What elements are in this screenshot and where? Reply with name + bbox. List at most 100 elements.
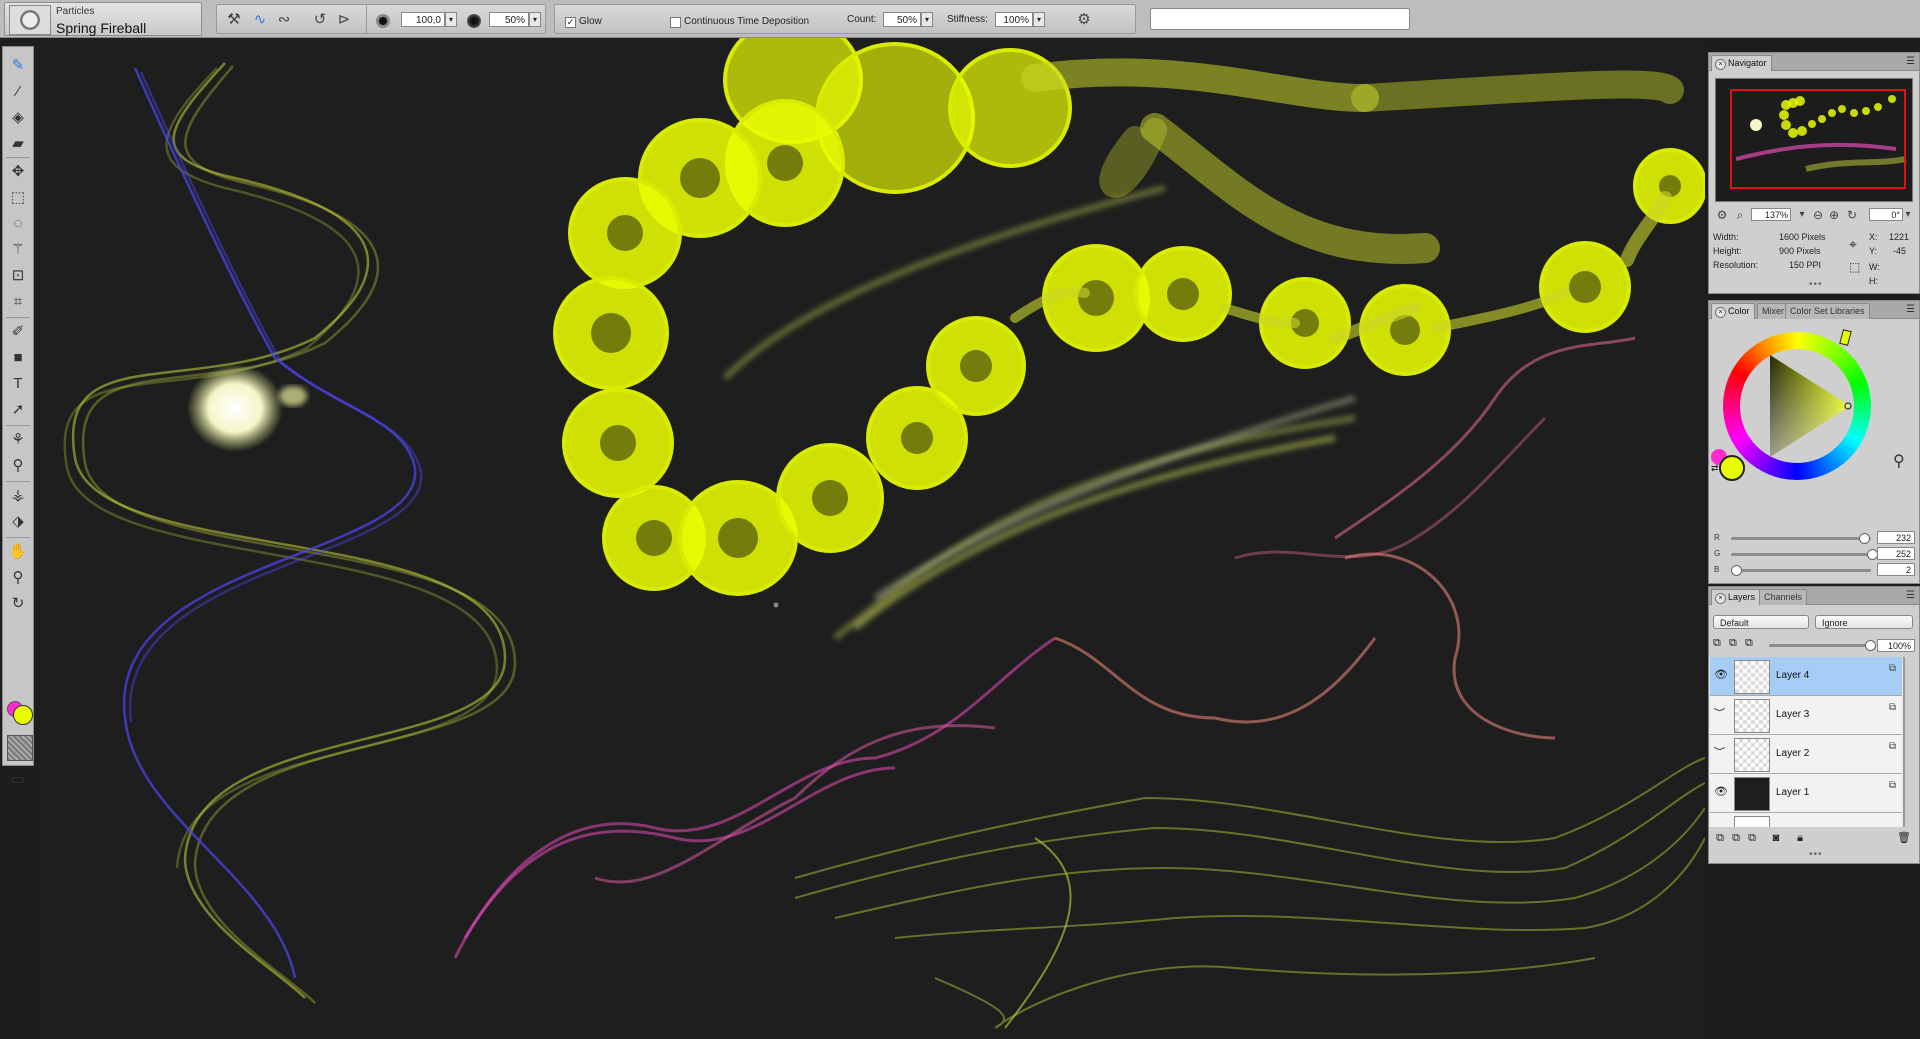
tab-channels[interactable]: Channels [1759, 589, 1808, 605]
layer-opacity-field[interactable]: 100% [1877, 639, 1915, 652]
burn-tool-icon[interactable]: ⬗ [7, 511, 29, 533]
pen-tool-icon[interactable]: ✐ [7, 321, 29, 343]
lasso-tool-icon[interactable]: ◌ [7, 213, 29, 235]
rubber-stamp-tool-icon[interactable]: ⚲ [7, 455, 29, 477]
lock-icon[interactable]: 🔒︎ [1793, 831, 1807, 845]
layer-row-2[interactable]: ︶ Layer 2 ⧉ [1710, 735, 1902, 774]
layer-opacity-knob[interactable] [1865, 640, 1876, 651]
drawing-canvas[interactable] [35, 38, 1705, 1039]
opacity-dropdown-arrow[interactable]: ▾ [529, 12, 541, 27]
continuous-time-deposition-checkbox[interactable] [670, 17, 681, 28]
layer-row-4[interactable]: 👁 Layer 4 ⧉ [1710, 657, 1902, 696]
duplicate-layer-icon[interactable]: ⧉ [1745, 831, 1759, 845]
brush-selector[interactable]: Particles Spring Fireball [4, 2, 202, 36]
stiffness-field[interactable]: 100% [995, 12, 1033, 27]
new-layer-icon[interactable]: ⧉ [1729, 831, 1743, 845]
panel-menu-icon[interactable]: ☰ [1906, 304, 1915, 315]
flow-map-icon[interactable]: ↺ [311, 11, 329, 29]
zoom-icon[interactable]: ⌕ [1731, 206, 1749, 224]
rotation-dropdown-arrow[interactable]: ▾ [1899, 206, 1917, 224]
zoom-in-icon[interactable]: ⊕ [1825, 206, 1843, 224]
freehand-stroke-icon[interactable]: ∿ [251, 11, 269, 29]
main-color-swatch[interactable] [1719, 455, 1745, 481]
rectangle-shape-tool-icon[interactable]: ■ [7, 347, 29, 369]
stiffness-dropdown-arrow[interactable]: ▾ [1033, 12, 1045, 27]
opacity-field[interactable]: 50% [489, 12, 529, 27]
navigator-view-frame[interactable] [1730, 89, 1906, 189]
trash-icon[interactable]: 🗑︎ [1897, 831, 1911, 845]
opacity-dial-icon[interactable] [467, 14, 481, 28]
navigator-preview[interactable] [1715, 78, 1913, 202]
blue-slider-knob[interactable] [1731, 565, 1742, 576]
blue-value-field[interactable]: 2 [1877, 563, 1915, 576]
straight-stroke-icon[interactable]: ∾ [275, 11, 293, 29]
swap-colors-icon[interactable]: ⇄ [1711, 463, 1719, 474]
layer-commands-icon[interactable]: ⧉ [1713, 831, 1727, 845]
count-field[interactable]: 50% [883, 12, 921, 27]
tab-color-set-libraries[interactable]: Color Set Libraries [1785, 303, 1870, 319]
layers-resize-grip[interactable]: ••• [1809, 849, 1823, 860]
eye-closed-icon[interactable]: ︶ [1714, 708, 1728, 720]
size-dropdown-arrow[interactable]: ▾ [445, 12, 457, 27]
transform-tool-icon[interactable]: ✥ [7, 161, 29, 183]
red-value-field[interactable]: 232 [1877, 531, 1915, 544]
tab-layers[interactable]: × Layers [1711, 589, 1761, 605]
paint-bucket-tool-icon[interactable]: ◈ [7, 107, 29, 129]
text-tool-icon[interactable]: T [7, 373, 29, 395]
reset-brush-icon[interactable]: ⚒ [225, 11, 243, 29]
shape-selection-tool-icon[interactable]: ➚ [7, 399, 29, 421]
magnifier-tool-icon[interactable]: ⚲ [7, 567, 29, 589]
layer-row-3[interactable]: ︶ Layer 3 ⧉ [1710, 696, 1902, 735]
panel-menu-icon[interactable]: ☰ [1906, 56, 1915, 67]
preserve-transparency-icon[interactable]: ⧉ [1713, 637, 1721, 650]
close-icon[interactable]: × [1715, 593, 1726, 604]
saturation-value-triangle[interactable] [1740, 349, 1854, 463]
rectangle-select-tool-icon[interactable]: ⬚ [7, 187, 29, 209]
green-value-field[interactable]: 252 [1877, 547, 1915, 560]
brush-tool-icon[interactable]: ✎ [7, 55, 29, 77]
tab-navigator[interactable]: × Navigator [1711, 55, 1772, 71]
main-color-swatch[interactable] [13, 705, 33, 725]
panel-menu-icon[interactable]: ☰ [1906, 590, 1915, 601]
rotate-page-tool-icon[interactable]: ↻ [7, 593, 29, 615]
brush-settings-icon[interactable]: ⚙ [1075, 11, 1093, 29]
composite-method-select[interactable]: Default [1713, 615, 1809, 629]
dodge-tool-icon[interactable]: ⚶ [7, 485, 29, 507]
brush-ghost-icon[interactable]: ⊳ [335, 11, 353, 29]
cloner-tool-icon[interactable]: ⚘ [7, 429, 29, 451]
layer-mask-icon[interactable]: ◙ [1769, 831, 1783, 845]
paper-selector[interactable] [7, 735, 33, 761]
layer-row-1[interactable]: 👁 Layer 1 ⧉ [1710, 774, 1902, 813]
eye-icon[interactable]: 👁 [1714, 786, 1728, 798]
screen-mode-icon[interactable]: ▭ [7, 769, 29, 791]
eye-icon[interactable]: 👁 [1714, 669, 1728, 681]
red-slider-knob[interactable] [1859, 533, 1870, 544]
layer-list-scrollbar[interactable] [1903, 657, 1905, 827]
layer-opacity-slider[interactable] [1769, 640, 1876, 651]
navigator-resize-grip[interactable]: ••• [1809, 279, 1823, 290]
hue-indicator[interactable] [1839, 329, 1852, 346]
canvas-row[interactable] [1710, 813, 1902, 827]
close-icon[interactable]: × [1715, 307, 1726, 318]
green-slider[interactable] [1731, 549, 1878, 560]
eraser-tool-icon[interactable]: ▰ [7, 133, 29, 155]
rotate-icon[interactable]: ↻ [1843, 206, 1861, 224]
navigator-settings-icon[interactable]: ⚙ [1713, 206, 1731, 224]
blue-slider[interactable] [1731, 565, 1871, 576]
clone-color-icon[interactable]: ⚲ [1893, 451, 1905, 471]
crop-tool-icon[interactable]: ⌗ [7, 291, 29, 313]
count-dropdown-arrow[interactable]: ▾ [921, 12, 933, 27]
red-slider[interactable] [1731, 533, 1871, 544]
rotation-field[interactable]: 0° [1869, 208, 1903, 221]
glow-checkbox[interactable]: ✓ [565, 17, 576, 28]
magic-wand-tool-icon[interactable]: ⚚ [7, 239, 29, 261]
close-icon[interactable]: × [1715, 59, 1726, 70]
size-field[interactable]: 100,0 [401, 12, 445, 27]
hue-ring[interactable] [1723, 329, 1871, 480]
pick-up-underlying-color-icon[interactable]: ⧉ [1729, 637, 1737, 650]
lock-layer-options-icon[interactable]: ⧉ [1745, 637, 1753, 650]
composite-depth-select[interactable]: Ignore [1815, 615, 1913, 629]
eye-closed-icon[interactable]: ︶ [1714, 747, 1728, 759]
zoom-field[interactable]: 137% [1751, 208, 1791, 221]
tab-color[interactable]: × Color [1711, 303, 1755, 319]
